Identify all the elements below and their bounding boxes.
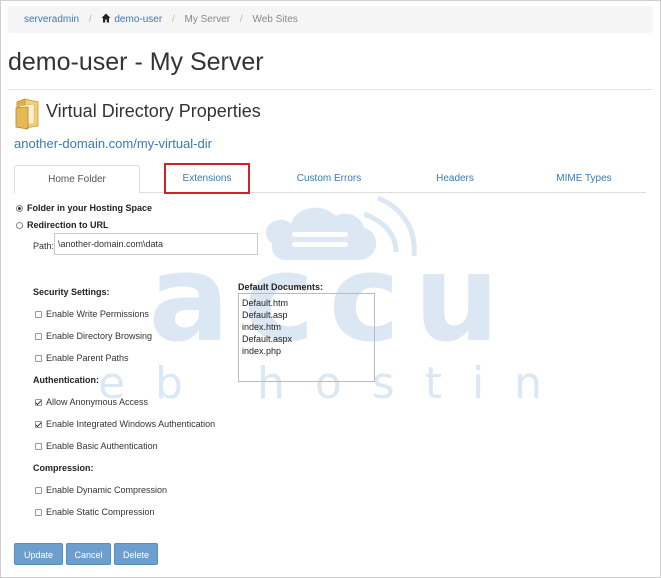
folder-icon (15, 98, 39, 130)
radio-hosting-space-label: Folder in your Hosting Space (27, 203, 153, 213)
section-title: Virtual Directory Properties (46, 101, 261, 121)
radio-redirection-label: Redirection to URL (27, 220, 109, 230)
radio-hosting-space[interactable]: Folder in your Hosting Space (16, 203, 152, 213)
path-label: Path: (33, 241, 55, 251)
virtual-directory-link[interactable]: another-domain.com/my-virtual-dir (14, 136, 212, 151)
tab-custom-errors[interactable]: Custom Errors (274, 165, 384, 193)
default-documents-list[interactable]: Default.htm Default.asp index.htm Defaul… (238, 293, 375, 382)
breadcrumb-separator: / (88, 14, 92, 25)
breadcrumb-demo-user-label: demo-user (114, 14, 163, 25)
checkbox-parent-paths[interactable]: Enable Parent Paths (35, 353, 129, 363)
checkbox-label: Enable Write Permissions (46, 309, 149, 319)
radio-button[interactable] (16, 205, 23, 212)
checkbox-label: Enable Basic Authentication (46, 441, 158, 451)
checkbox-basic-auth[interactable]: Enable Basic Authentication (35, 441, 158, 451)
breadcrumb: serveradmin / demo-user / My Server / We… (8, 6, 653, 33)
checkbox-label: Allow Anonymous Access (46, 397, 149, 407)
list-item[interactable]: index.htm (242, 321, 371, 333)
checkbox-directory-browsing[interactable]: Enable Directory Browsing (35, 331, 152, 341)
radio-redirection-url[interactable]: Redirection to URL (16, 220, 109, 230)
default-documents-label: Default Documents: (238, 282, 324, 292)
checkbox-windows-auth[interactable]: Enable Integrated Windows Authentication (35, 419, 215, 429)
list-item[interactable]: Default.htm (242, 297, 371, 309)
tab-bar: Home Folder Extensions Custom Errors Hea… (14, 165, 646, 194)
checkbox-dynamic-compression[interactable]: Enable Dynamic Compression (35, 485, 167, 495)
checkbox-static-compression[interactable]: Enable Static Compression (35, 507, 155, 517)
tab-headers[interactable]: Headers (410, 165, 500, 193)
breadcrumb-separator: / (239, 14, 243, 25)
checkbox-write-permissions[interactable]: Enable Write Permissions (35, 309, 149, 319)
home-icon (101, 13, 111, 23)
update-button[interactable]: Update (14, 543, 63, 565)
path-input[interactable] (54, 233, 258, 255)
compression-label: Compression: (33, 463, 94, 473)
breadcrumb-demo-user[interactable]: demo-user (101, 13, 163, 25)
title-divider (8, 89, 653, 90)
tab-extensions[interactable]: Extensions (164, 165, 250, 193)
checkbox-label: Enable Static Compression (46, 507, 155, 517)
breadcrumb-web-sites: Web Sites (252, 14, 298, 25)
checkbox[interactable] (35, 443, 42, 450)
delete-button[interactable]: Delete (114, 543, 158, 565)
security-settings-label: Security Settings: (33, 287, 110, 297)
list-item[interactable]: index.php (242, 345, 371, 357)
radio-button[interactable] (16, 222, 23, 229)
checkbox[interactable] (35, 421, 42, 428)
checkbox[interactable] (35, 509, 42, 516)
list-item[interactable]: Default.asp (242, 309, 371, 321)
checkbox-label: Enable Parent Paths (46, 353, 129, 363)
tab-home-folder[interactable]: Home Folder (14, 165, 140, 194)
tab-mime-types[interactable]: MIME Types (534, 165, 634, 193)
checkbox-label: Enable Dynamic Compression (46, 485, 168, 495)
breadcrumb-serveradmin[interactable]: serveradmin (24, 14, 79, 25)
checkbox[interactable] (35, 333, 42, 340)
checkbox-anonymous-access[interactable]: Allow Anonymous Access (35, 397, 148, 407)
cancel-button[interactable]: Cancel (66, 543, 111, 565)
checkbox-label: Enable Integrated Windows Authentication (46, 419, 216, 429)
checkbox[interactable] (35, 355, 42, 362)
breadcrumb-my-server: My Server (184, 14, 231, 25)
list-item[interactable]: Default.aspx (242, 333, 371, 345)
breadcrumb-separator: / (171, 14, 175, 25)
checkbox[interactable] (35, 399, 42, 406)
authentication-label: Authentication: (33, 375, 99, 385)
page-title: demo-user - My Server (8, 48, 264, 76)
checkbox-label: Enable Directory Browsing (46, 331, 153, 341)
checkbox[interactable] (35, 311, 42, 318)
checkbox[interactable] (35, 487, 42, 494)
